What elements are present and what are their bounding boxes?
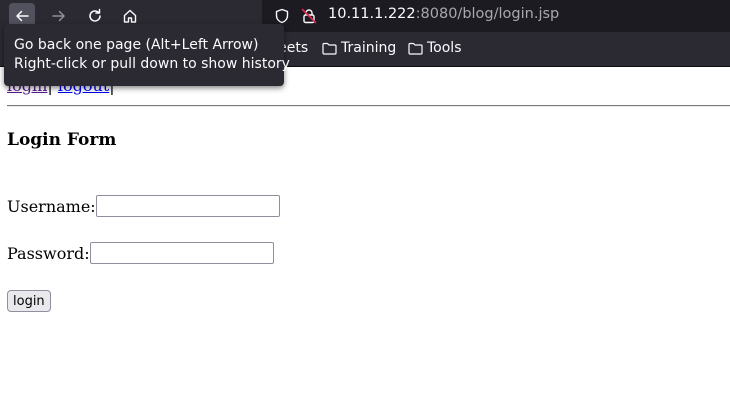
folder-icon <box>408 42 423 55</box>
divider <box>7 105 730 107</box>
shield-icon[interactable] <box>274 8 290 24</box>
bookmark-label: Training <box>341 40 397 56</box>
page-title: Login Form <box>7 130 117 150</box>
insecure-lock-icon[interactable] <box>301 8 317 24</box>
arrow-left-icon <box>16 10 29 22</box>
url-path: :8080/blog/login.jsp <box>415 6 560 22</box>
password-row: Password: <box>7 242 274 264</box>
password-label: Password: <box>7 243 90 263</box>
reload-icon <box>89 8 101 22</box>
username-label: Username: <box>7 196 96 216</box>
page-content: login| logout| Login Form Username: Pass… <box>0 67 730 400</box>
url-text[interactable]: 10.11.1.222:8080/blog/login.jsp <box>328 6 559 22</box>
arrow-right-icon <box>52 10 65 22</box>
tooltip-line: Right-click or pull down to show history <box>14 56 290 72</box>
url-bar[interactable]: 10.11.1.222:8080/blog/login.jsp <box>262 0 730 32</box>
username-row: Username: <box>7 195 280 217</box>
bookmark-tools[interactable]: Tools <box>408 40 462 56</box>
folder-icon <box>322 42 337 55</box>
bookmark-label: Tools <box>427 40 462 56</box>
back-button-tooltip: Go back one page (Alt+Left Arrow) Right-… <box>4 24 290 86</box>
username-input[interactable] <box>95 195 280 217</box>
home-icon <box>123 9 137 23</box>
url-host: 10.11.1.222 <box>328 6 416 22</box>
bookmark-training[interactable]: Training <box>322 40 396 56</box>
tooltip-line: Go back one page (Alt+Left Arrow) <box>14 37 259 53</box>
password-input[interactable] <box>89 242 274 264</box>
login-button[interactable]: login <box>7 290 51 312</box>
